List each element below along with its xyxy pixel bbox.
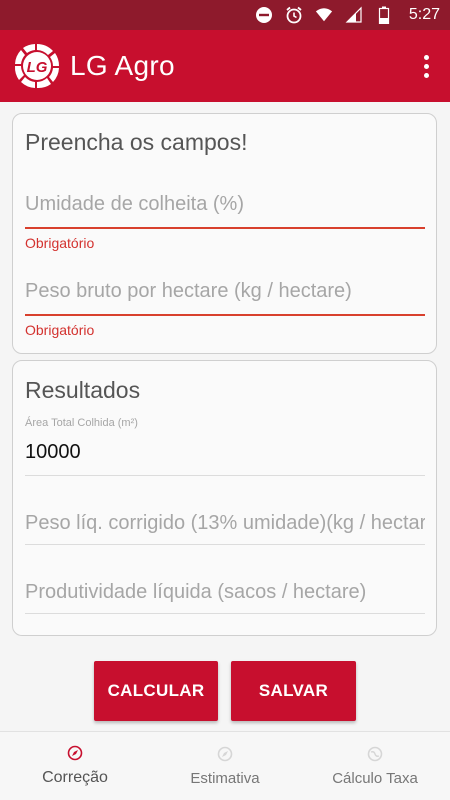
results-card-title: Resultados <box>25 377 141 403</box>
do-not-disturb-icon <box>255 6 273 24</box>
net-weight-underline <box>25 544 425 545</box>
net-weight-field[interactable]: Peso líq. corrigido (13% umidade)(kg / h… <box>25 512 425 546</box>
overflow-menu-icon[interactable] <box>414 46 438 86</box>
battery-icon <box>375 6 393 24</box>
gross-weight-input[interactable]: Peso bruto por hectare (kg / hectare) <box>25 280 425 318</box>
gross-weight-input-placeholder: Peso bruto por hectare (kg / hectare) <box>25 280 352 302</box>
net-productivity-field[interactable]: Produtividade líquida (sacos / hectare) <box>25 581 425 615</box>
gross-weight-error-text: Obrigatório <box>25 322 95 338</box>
app-bar: LG LG Agro <box>0 30 450 102</box>
moisture-input[interactable]: Umidade de colheita (%) <box>25 193 425 231</box>
status-bar: 5:27 <box>0 0 450 30</box>
results-card: Resultados Área Total Colhida (m²) 10000… <box>12 360 437 636</box>
input-card: Preencha os campos! Umidade de colheita … <box>12 113 437 354</box>
calculate-button[interactable]: CALCULAR <box>94 661 218 721</box>
moisture-input-placeholder: Umidade de colheita (%) <box>25 193 244 215</box>
input-card-title: Preencha os campos! <box>25 129 248 155</box>
area-underline <box>25 475 425 476</box>
area-value[interactable]: 10000 <box>25 441 81 464</box>
cell-signal-icon <box>345 6 363 24</box>
alarm-icon <box>285 6 303 24</box>
svg-text:LG: LG <box>27 59 48 76</box>
compass-icon <box>217 746 233 762</box>
status-time: 5:27 <box>408 6 440 23</box>
net-weight-placeholder: Peso líq. corrigido (13% umidade)(kg / h… <box>25 512 425 534</box>
bottom-navigation: Correção Estimativa Cálculo Taxa <box>0 731 450 800</box>
lg-logo: LG <box>12 41 62 91</box>
nav-label-correcao: Correção <box>42 769 108 786</box>
app-title: LG Agro <box>70 50 175 81</box>
compass-icon <box>67 745 83 761</box>
save-button[interactable]: SALVAR <box>231 661 356 721</box>
moisture-error-text: Obrigatório <box>25 235 95 251</box>
area-label: Área Total Colhida (m²) <box>25 417 138 429</box>
nav-label-estimativa: Estimativa <box>190 769 260 787</box>
net-productivity-underline <box>25 613 425 614</box>
nav-item-correcao[interactable]: Correção <box>0 732 150 800</box>
gross-weight-input-underline <box>25 314 425 316</box>
nav-item-calculo-taxa[interactable]: Cálculo Taxa <box>300 732 450 800</box>
moisture-input-underline <box>25 227 425 229</box>
globe-icon <box>367 746 383 762</box>
nav-label-calculo-taxa: Cálculo Taxa <box>332 769 418 787</box>
net-productivity-placeholder: Produtividade líquida (sacos / hectare) <box>25 581 367 603</box>
nav-item-estimativa[interactable]: Estimativa <box>150 732 300 800</box>
wifi-icon <box>315 6 333 24</box>
